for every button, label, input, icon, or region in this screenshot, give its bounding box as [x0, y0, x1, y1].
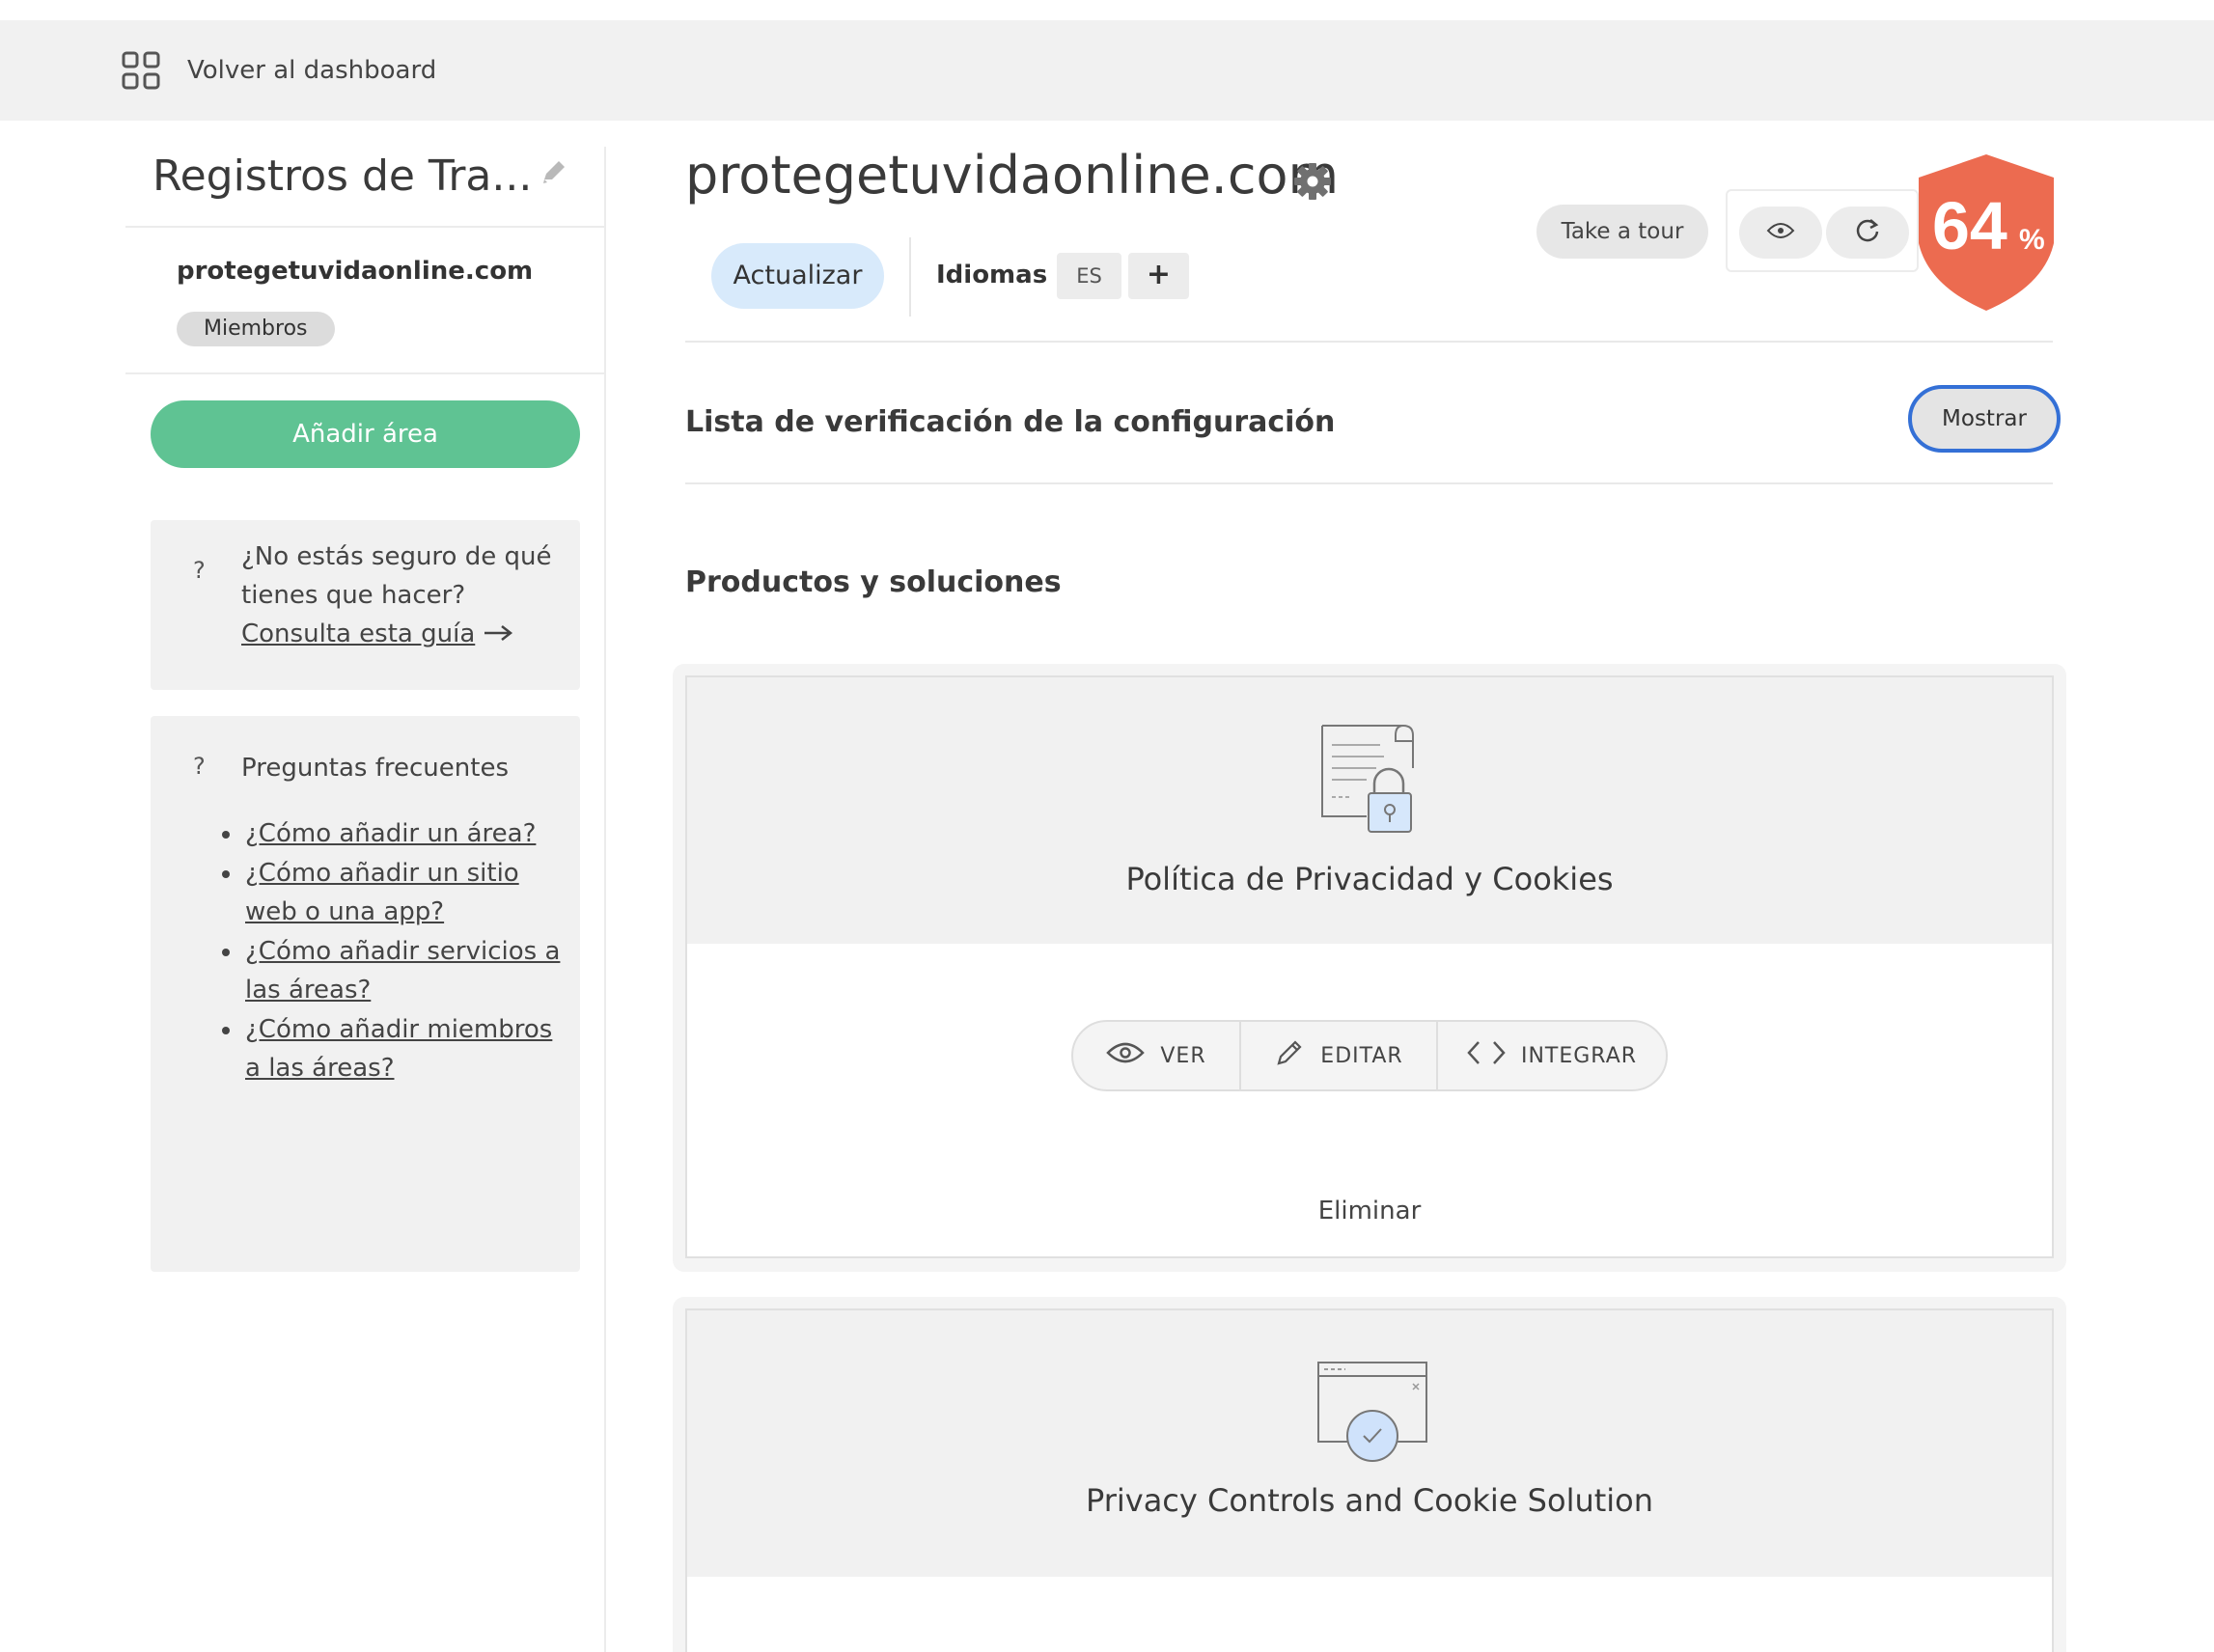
preview-refresh-group [1726, 189, 1919, 272]
list-item: ¿Cómo añadir un sitio web o una app? [222, 854, 564, 931]
score-unit: % [2019, 224, 2045, 256]
add-language-button[interactable]: + [1128, 253, 1189, 299]
arrow-right-icon [483, 616, 513, 654]
code-icon [1467, 1039, 1506, 1072]
refresh-button[interactable] [1826, 206, 1909, 259]
guide-text: ¿No estás seguro de qué tienes que hacer… [241, 542, 552, 610]
card-header: Privacy Controls and Cookie Solution [687, 1310, 2052, 1577]
header-divider [909, 237, 911, 317]
pencil-icon [1274, 1037, 1305, 1074]
back-to-dashboard-link[interactable]: Volver al dashboard [122, 45, 436, 96]
preview-button[interactable] [1739, 206, 1822, 259]
guide-link[interactable]: Consulta esta guía [241, 620, 513, 648]
list-item: ¿Cómo añadir servicios a las áreas? [222, 932, 564, 1009]
edit-button[interactable]: EDITAR [1239, 1022, 1436, 1089]
product-card-privacy-policy: Política de Privacidad y Cookies VER EDI… [685, 675, 2054, 1258]
gear-icon[interactable] [1293, 162, 1332, 205]
product-card-privacy-controls: Privacy Controls and Cookie Solution [685, 1308, 2054, 1652]
edit-pencil-icon[interactable] [539, 156, 569, 191]
guide-text-block: ¿No estás seguro de qué tienes que hacer… [241, 537, 560, 654]
eye-icon [1106, 1040, 1146, 1071]
delete-button[interactable]: Eliminar [687, 1197, 2052, 1225]
grid-icon [122, 51, 160, 90]
list-item: ¿Cómo añadir un área? [222, 814, 564, 853]
faq-link[interactable]: ¿Cómo añadir un sitio web o una app? [245, 859, 519, 926]
integrate-button[interactable]: INTEGRAR [1436, 1022, 1666, 1089]
integrate-label: INTEGRAR [1520, 1043, 1638, 1068]
page-title: protegetuvidaonline.com [685, 145, 1340, 206]
area-title: Registros de Tra... [152, 151, 533, 201]
score-value: 64 [1932, 188, 2007, 263]
faq-link[interactable]: ¿Cómo añadir miembros a las áreas? [245, 1015, 552, 1083]
sidebar-divider [125, 372, 606, 374]
view-label: VER [1160, 1043, 1206, 1068]
privacy-policy-document-lock-icon [1318, 720, 1425, 849]
take-a-tour-button[interactable]: Take a tour [1536, 205, 1708, 259]
card-title: Política de Privacidad y Cookies [1125, 861, 1614, 897]
sidebar-title-row: Registros de Tra... [125, 147, 606, 228]
edit-label: EDITAR [1320, 1043, 1403, 1068]
sidebar: Registros de Tra... protegetuvidaonline.… [125, 147, 606, 1652]
faq-link[interactable]: ¿Cómo añadir servicios a las áreas? [245, 937, 560, 1005]
faq-title: Preguntas frecuentes [241, 754, 509, 783]
card-title: Privacy Controls and Cookie Solution [1085, 1482, 1654, 1519]
members-badge[interactable]: Miembros [177, 312, 335, 346]
divider [685, 482, 2053, 484]
divider [685, 341, 2053, 343]
faq-help-box: ? Preguntas frecuentes ¿Cómo añadir un á… [151, 716, 580, 1272]
show-checklist-button[interactable]: Mostrar [1908, 385, 2061, 453]
guide-link-label: Consulta esta guía [241, 620, 476, 648]
list-item: ¿Cómo añadir miembros a las áreas? [222, 1010, 564, 1088]
question-icon: ? [193, 753, 206, 780]
languages-label: Idiomas [936, 261, 1048, 289]
eye-icon [1766, 221, 1795, 244]
cookie-browser-window-icon [1315, 1359, 1430, 1476]
checklist-title: Lista de verificación de la configuració… [685, 405, 1336, 439]
card-action-group: VER EDITAR INTEGRAR [1071, 1020, 1668, 1091]
top-bar: Volver al dashboard [0, 20, 2214, 121]
faq-list: ¿Cómo añadir un área? ¿Cómo añadir un si… [222, 814, 564, 1088]
product-card-wrapper: Política de Privacidad y Cookies VER EDI… [673, 664, 2066, 1272]
view-button[interactable]: VER [1073, 1022, 1239, 1089]
refresh-icon [1854, 217, 1881, 248]
products-section-title: Productos y soluciones [685, 565, 1062, 599]
question-icon: ? [193, 557, 206, 584]
add-area-button[interactable]: Añadir área [151, 400, 580, 468]
update-button[interactable]: Actualizar [711, 243, 884, 309]
sidebar-domain-link[interactable]: protegetuvidaonline.com [177, 257, 533, 286]
product-card-wrapper: Privacy Controls and Cookie Solution [673, 1297, 2066, 1652]
back-link-label: Volver al dashboard [187, 56, 437, 85]
language-chip-es[interactable]: ES [1057, 253, 1121, 299]
guide-help-box: ? ¿No estás seguro de qué tienes que hac… [151, 520, 580, 690]
card-header: Política de Privacidad y Cookies [687, 677, 2052, 944]
faq-link[interactable]: ¿Cómo añadir un área? [245, 819, 536, 848]
privacy-score-shield: 64 % [1919, 154, 2054, 315]
